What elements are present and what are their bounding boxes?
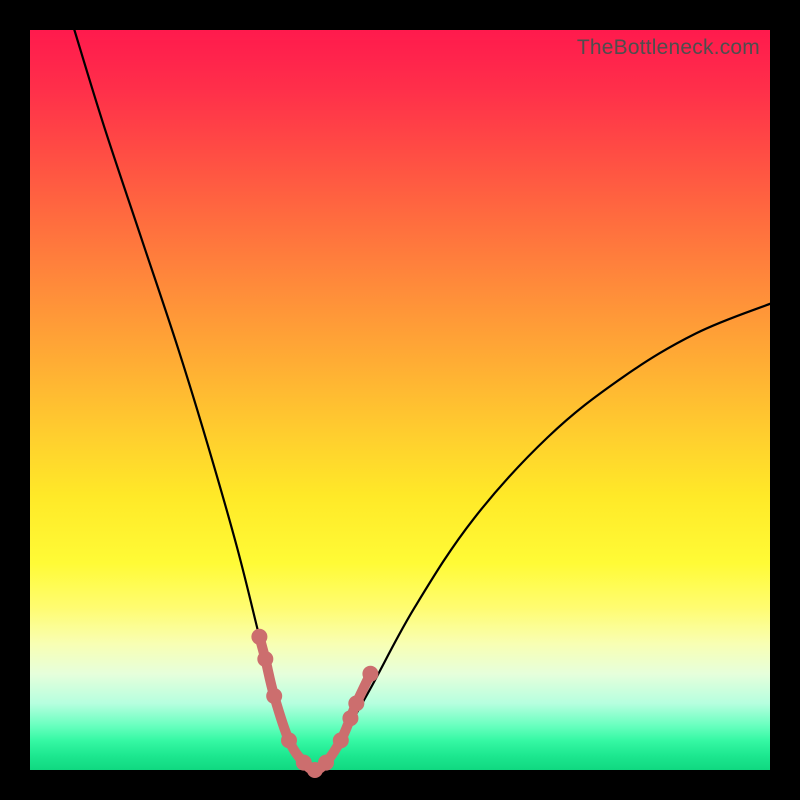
marker-dot — [348, 695, 364, 711]
highlighted-range — [251, 629, 378, 778]
plot-area: TheBottleneck.com — [30, 30, 770, 770]
marker-dot — [281, 732, 297, 748]
bottleneck-curve — [74, 30, 770, 770]
marker-dot — [342, 710, 358, 726]
chart-frame: TheBottleneck.com — [0, 0, 800, 800]
curve-layer — [30, 30, 770, 770]
marker-dot — [251, 629, 267, 645]
marker-dot — [318, 755, 334, 771]
marker-dot — [266, 688, 282, 704]
marker-dot — [362, 666, 378, 682]
marker-dot — [333, 732, 349, 748]
marker-dot — [257, 651, 273, 667]
